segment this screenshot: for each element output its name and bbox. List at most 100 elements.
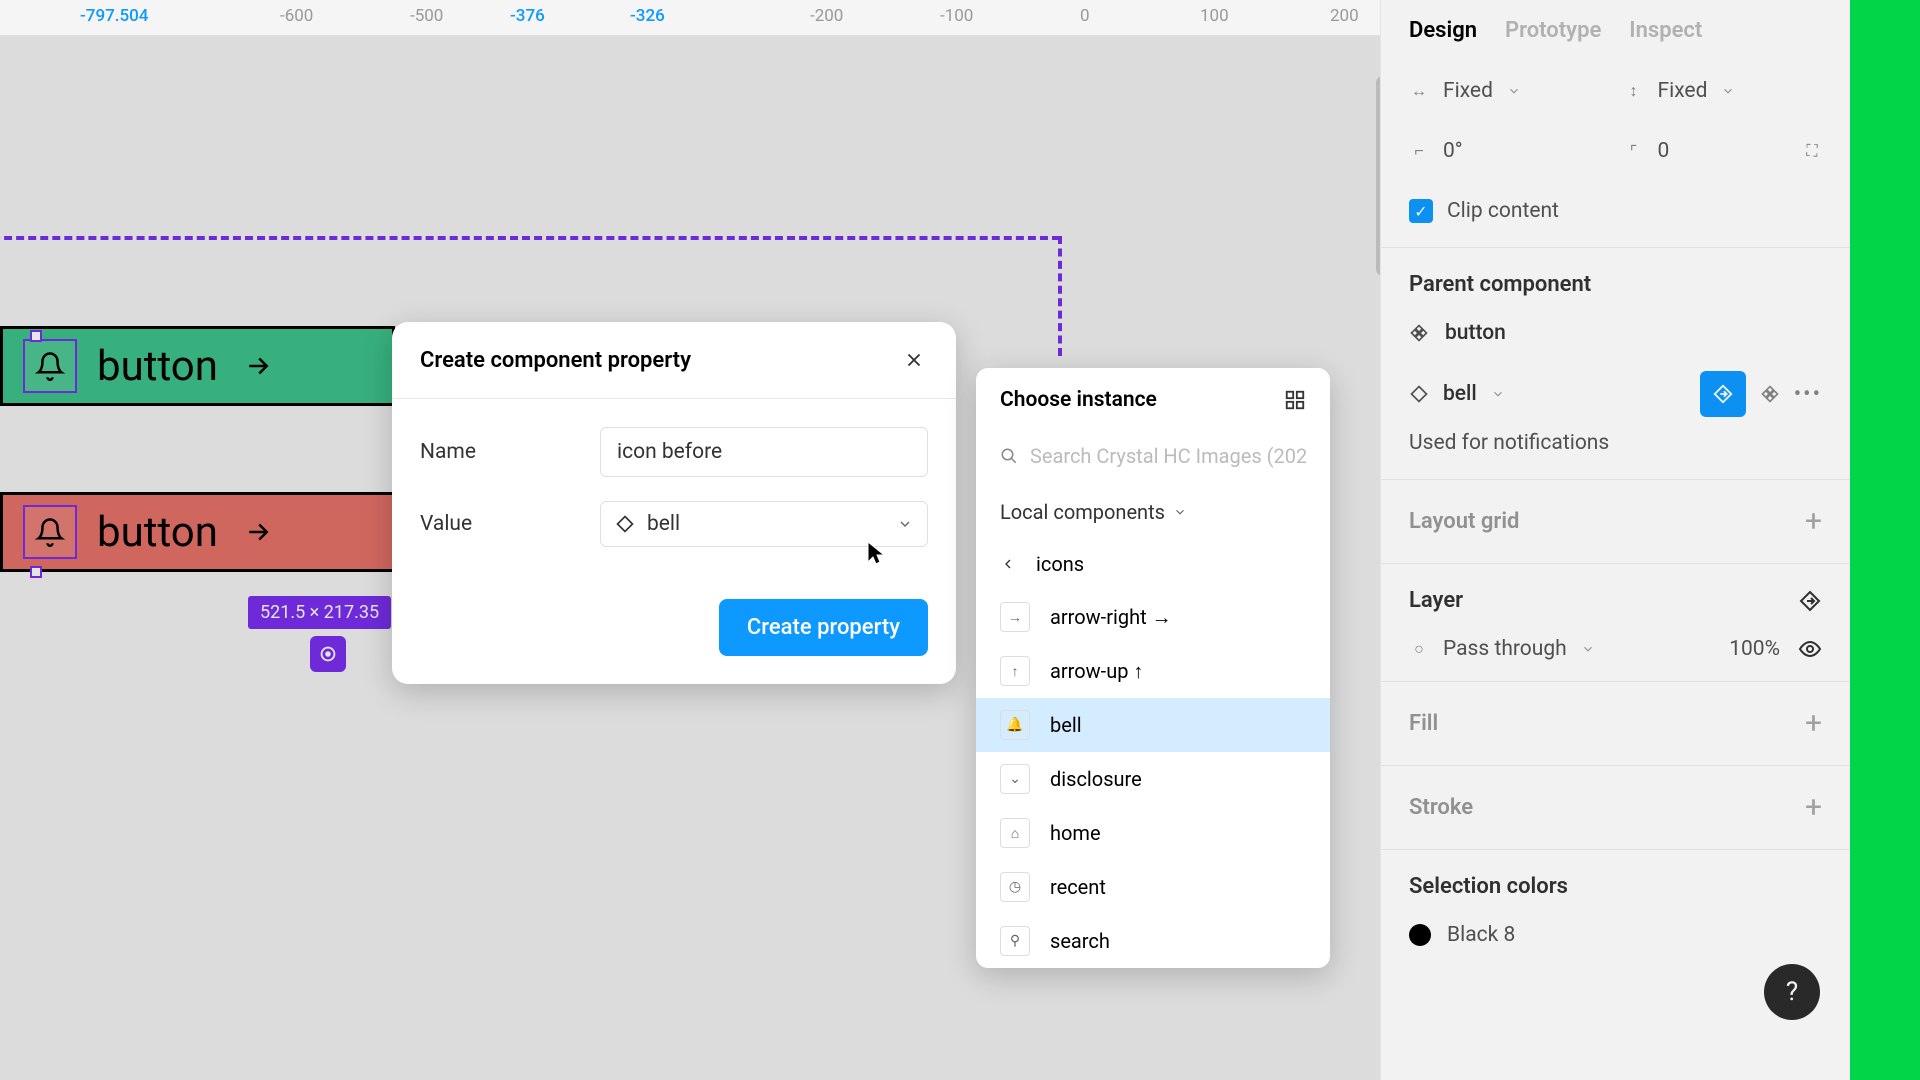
- instance-swap-icon: [1712, 383, 1734, 405]
- layout-grid-heading: Layout grid: [1409, 509, 1519, 534]
- diamond-icon: [615, 514, 635, 534]
- picker-item[interactable]: ↑ arrow-up ↑: [976, 644, 1330, 698]
- color-name: Black 8: [1447, 923, 1515, 947]
- picker-item-label: arrow-up ↑: [1050, 659, 1143, 684]
- vertical-resize-icon: ↕: [1624, 81, 1644, 101]
- component-icon[interactable]: [1760, 384, 1780, 404]
- instance-picker: Choose instance Local components icons →…: [976, 368, 1330, 968]
- ruler-tick: 0: [1080, 6, 1090, 26]
- ruler-tick: -200: [810, 6, 843, 26]
- layer-heading: Layer: [1409, 588, 1463, 613]
- help-icon: ?: [1786, 977, 1798, 1007]
- blend-mode-select[interactable]: ○ Pass through: [1409, 637, 1595, 661]
- component-source-dropdown[interactable]: Local components: [976, 486, 1330, 538]
- instance-swap-dropdown[interactable]: bell: [1409, 382, 1505, 406]
- ruler-tick: 200: [1330, 6, 1359, 26]
- picker-item[interactable]: →arrow-right →: [976, 590, 1330, 644]
- instance-description: Used for notifications: [1409, 431, 1822, 479]
- tab-design[interactable]: Design: [1409, 18, 1477, 43]
- search-icon: [1000, 447, 1018, 465]
- component-icon: [1409, 323, 1429, 343]
- component-thumb-icon: ⌂: [1000, 818, 1030, 848]
- fill-heading: Fill: [1409, 711, 1438, 736]
- chevron-down-icon: [1721, 84, 1735, 98]
- ruler-tick: 100: [1200, 6, 1229, 26]
- chevron-down-icon: [1581, 642, 1595, 656]
- picker-back-button[interactable]: icons: [976, 538, 1330, 590]
- component-thumb-icon: ⌄: [1000, 764, 1030, 794]
- rotation-input[interactable]: ⌐ 0°: [1409, 139, 1608, 163]
- radius-value: 0: [1658, 139, 1670, 163]
- picker-item-label: home: [1050, 821, 1101, 845]
- picker-item[interactable]: ◷recent: [976, 860, 1330, 914]
- close-button[interactable]: [900, 346, 928, 374]
- picker-item-label: bell: [1050, 713, 1082, 737]
- add-stroke-button[interactable]: +: [1805, 790, 1822, 825]
- horizontal-resize-icon: ↔: [1409, 81, 1429, 101]
- component-thumb-icon: ◷: [1000, 872, 1030, 902]
- component-thumb-icon: ⚲: [1000, 926, 1030, 956]
- stroke-heading: Stroke: [1409, 795, 1473, 820]
- instance-name: bell: [1443, 382, 1477, 406]
- instance-swap-icon[interactable]: [1798, 589, 1822, 613]
- add-layout-grid-button[interactable]: +: [1805, 504, 1822, 539]
- width-mode-value: Fixed: [1443, 79, 1493, 103]
- modal-title: Create component property: [420, 348, 691, 373]
- component-thumb-icon: 🔔: [1000, 710, 1030, 740]
- name-input[interactable]: [600, 427, 928, 477]
- diamond-icon: [1409, 384, 1429, 404]
- create-property-button[interactable]: Create property: [719, 599, 928, 656]
- component-thumb-icon: ↑: [1000, 656, 1030, 686]
- ruler[interactable]: -797.504 -600 -500 -376 -326 -200 -100 0…: [0, 0, 1380, 36]
- independent-corners-icon[interactable]: ⛶: [1802, 141, 1822, 161]
- clip-content-checkbox[interactable]: ✓ Clip content: [1409, 181, 1822, 247]
- grid-view-icon[interactable]: [1284, 389, 1306, 411]
- checkbox-checked-icon: ✓: [1409, 199, 1433, 223]
- tab-inspect[interactable]: Inspect: [1629, 18, 1702, 43]
- ruler-tick: -500: [410, 6, 443, 26]
- ruler-tick: -797.504: [80, 6, 148, 26]
- picker-item-label: search: [1050, 929, 1110, 953]
- chevron-down-icon: [897, 516, 913, 532]
- add-fill-button[interactable]: +: [1805, 706, 1822, 741]
- create-property-modal: Create component property Name Value bel…: [392, 322, 956, 684]
- instance-search-input[interactable]: [1030, 444, 1306, 468]
- chevron-down-icon: [1173, 505, 1187, 519]
- close-icon: [903, 349, 925, 371]
- apply-instance-swap-button[interactable]: [1700, 371, 1746, 417]
- picker-item[interactable]: 🔔 bell: [976, 698, 1330, 752]
- picker-item[interactable]: ⚲ search: [976, 914, 1330, 968]
- ruler-tick: -326: [630, 6, 665, 26]
- component-source-label: Local components: [1000, 500, 1165, 524]
- chevron-down-icon: [1491, 387, 1505, 401]
- picker-title: Choose instance: [1000, 388, 1157, 412]
- value-label: Value: [420, 512, 560, 536]
- window-border: [1850, 0, 1920, 1080]
- help-button[interactable]: ?: [1764, 964, 1820, 1020]
- parent-component-link[interactable]: button: [1409, 305, 1822, 361]
- design-panel: Design Prototype Inspect ↔ Fixed ↕ Fixed…: [1380, 0, 1850, 1080]
- ruler-tick: -100: [940, 6, 973, 26]
- chevron-down-icon: [1507, 84, 1521, 98]
- radius-input[interactable]: ⌜ 0: [1624, 139, 1670, 163]
- opacity-input[interactable]: 100%: [1729, 637, 1780, 661]
- clip-content-label: Clip content: [1447, 199, 1559, 223]
- blend-mode-icon: ○: [1409, 639, 1429, 659]
- angle-icon: ⌐: [1409, 141, 1429, 161]
- chevron-left-icon: [1000, 556, 1016, 572]
- width-mode-select[interactable]: ↔ Fixed: [1409, 79, 1608, 103]
- rotation-value: 0°: [1443, 139, 1463, 163]
- mouse-cursor: [866, 540, 886, 566]
- picker-item[interactable]: ⌄disclosure: [976, 752, 1330, 806]
- height-mode-select[interactable]: ↕ Fixed: [1624, 79, 1823, 103]
- height-mode-value: Fixed: [1658, 79, 1708, 103]
- picker-breadcrumb: icons: [1036, 552, 1084, 576]
- picker-item[interactable]: ⌂ home: [976, 806, 1330, 860]
- value-select-text: bell: [647, 512, 680, 536]
- selection-colors-heading: Selection colors: [1409, 850, 1822, 907]
- color-swatch-icon: [1409, 924, 1431, 946]
- visibility-icon[interactable]: [1798, 637, 1822, 661]
- tab-prototype[interactable]: Prototype: [1505, 18, 1601, 43]
- more-options-icon[interactable]: •••: [1794, 382, 1822, 407]
- selection-color-item[interactable]: Black 8: [1409, 907, 1822, 963]
